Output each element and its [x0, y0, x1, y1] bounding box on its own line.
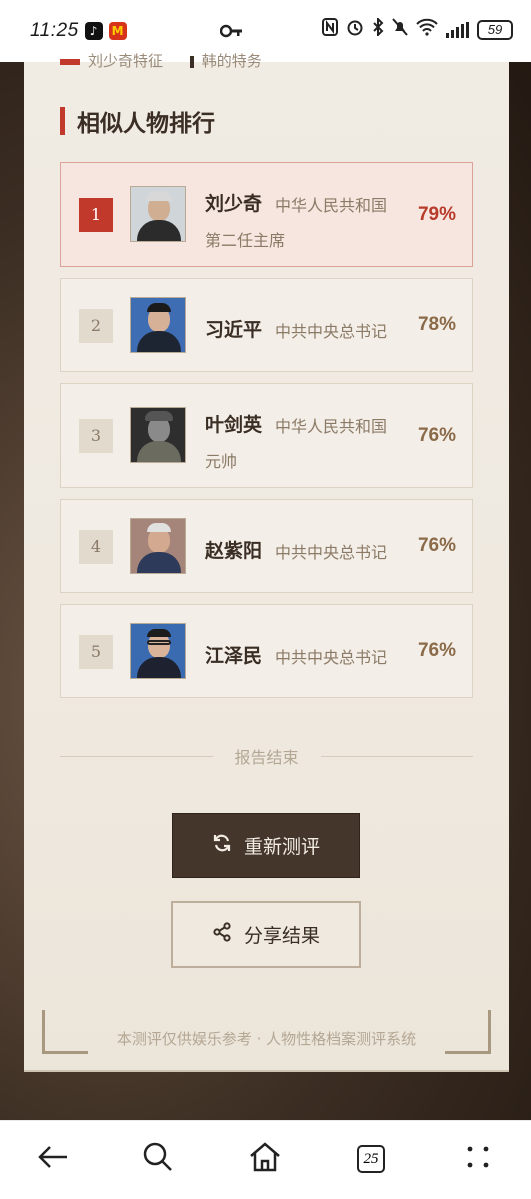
alarm-icon	[346, 18, 364, 41]
home-button[interactable]	[243, 1137, 287, 1181]
bottom-nav: 25	[0, 1120, 531, 1199]
person-name: 刘少奇	[205, 193, 263, 215]
divider-line	[320, 755, 474, 757]
status-icons: 59	[322, 16, 513, 41]
ranking-item[interactable]: 1 刘少奇 中华人民共和国 第二任主席 79%	[60, 162, 473, 267]
restart-button[interactable]: 重新测评	[172, 813, 360, 878]
back-button[interactable]	[31, 1137, 75, 1181]
tiktok-icon: ♪	[84, 22, 103, 40]
report-end-divider: 报告结束	[60, 746, 474, 767]
menu-icon	[465, 1144, 491, 1174]
section-title: 相似人物排行	[60, 106, 215, 137]
report-end-label: 报告结束	[234, 748, 299, 767]
person-name: 赵紫阳	[205, 540, 263, 562]
key-icon	[219, 20, 244, 44]
avatar	[130, 407, 186, 463]
result-card: 刘少奇特征 韩的特务 相似人物排行 1 刘少奇 中华人民共和国 第二任主席 79…	[24, 52, 509, 1072]
rank-number: 4	[79, 530, 113, 564]
tabs-button[interactable]: 25	[349, 1137, 393, 1181]
tabs-icon: 25	[357, 1145, 385, 1173]
person-name: 江泽民	[205, 645, 263, 667]
ranking-item[interactable]: 5 江泽民 中共中央总书记 76%	[60, 604, 473, 698]
home-icon	[249, 1142, 281, 1176]
avatar	[130, 518, 186, 574]
person-title: 中共中央总书记	[275, 543, 388, 562]
person-title-line2: 第二任主席	[205, 231, 286, 250]
ranking-item[interactable]: 3 叶剑英 中华人民共和国 元帅 76%	[60, 383, 473, 488]
restart-button-label: 重新测评	[243, 836, 320, 858]
share-button[interactable]: 分享结果	[171, 901, 361, 968]
avatar	[130, 186, 186, 242]
back-icon	[37, 1145, 69, 1173]
wifi-icon	[416, 18, 438, 41]
share-button-label: 分享结果	[243, 925, 320, 947]
mute-icon	[392, 18, 408, 41]
ranking-item[interactable]: 4 赵紫阳 中共中央总书记 76%	[60, 499, 473, 593]
search-button[interactable]	[136, 1137, 180, 1181]
match-percent: 76%	[417, 425, 456, 446]
partial-tab-right: 韩的特务	[201, 52, 262, 70]
search-icon	[143, 1142, 173, 1176]
partial-tab-left: 刘少奇特征	[88, 52, 164, 70]
ranking-item[interactable]: 2 习近平 中共中央总书记 78%	[60, 278, 473, 372]
signal-icon	[446, 21, 469, 38]
status-time: 11:25	[30, 20, 79, 41]
person-title: 中华人民共和国	[275, 196, 388, 215]
match-percent: 76%	[417, 535, 456, 556]
footer-disclaimer: 本测评仅供娱乐参考 · 人物性格档案测评系统	[116, 1030, 417, 1048]
match-percent: 76%	[417, 640, 456, 661]
avatar	[130, 623, 186, 679]
share-icon	[212, 922, 232, 947]
person-title: 中共中央总书记	[275, 322, 388, 341]
rank-number: 5	[79, 635, 113, 669]
refresh-icon	[212, 833, 232, 858]
battery-icon: 59	[477, 19, 513, 40]
avatar	[130, 297, 186, 353]
person-title: 中华人民共和国	[275, 417, 388, 436]
menu-button[interactable]	[456, 1137, 500, 1181]
title-accent-bar	[60, 107, 65, 135]
section-title-text: 相似人物排行	[77, 110, 215, 137]
nfc-icon	[322, 18, 338, 41]
rank-number: 2	[79, 309, 113, 343]
divider-line	[60, 755, 213, 757]
match-percent: 79%	[417, 204, 456, 225]
person-name: 习近平	[205, 319, 263, 341]
match-percent: 78%	[417, 314, 456, 335]
rank-number: 1	[79, 198, 113, 232]
person-title: 中共中央总书记	[275, 648, 388, 667]
bluetooth-icon	[372, 16, 384, 41]
mcdonalds-icon: M	[108, 22, 127, 40]
rank-number: 3	[79, 419, 113, 453]
person-title-line2: 元帅	[205, 452, 238, 471]
person-name: 叶剑英	[205, 414, 263, 436]
partial-tabs: 刘少奇特征 韩的特务	[60, 50, 262, 71]
